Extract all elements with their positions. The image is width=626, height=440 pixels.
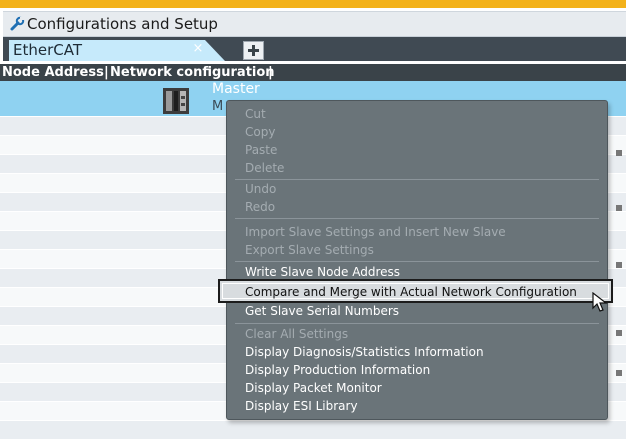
menu-item-display-production-info[interactable]: Display Production Information [245, 363, 430, 377]
menu-item-display-diagnosis[interactable]: Display Diagnosis/Statistics Information [245, 345, 484, 359]
table-header: Node Address | Network configuration | [0, 64, 626, 81]
top-accent-bar [0, 0, 626, 8]
menu-item-get-slave-serial-numbers[interactable]: Get Slave Serial Numbers [245, 304, 399, 318]
menu-item-export-slave-settings[interactable]: Export Slave Settings [245, 243, 374, 257]
menu-item-copy[interactable]: Copy [245, 125, 275, 139]
menu-item-cut[interactable]: Cut [245, 107, 266, 121]
new-tab-button[interactable] [243, 41, 264, 60]
context-menu: Cut Copy Paste Delete Undo Redo Import S… [226, 100, 608, 420]
menu-separator [235, 323, 599, 324]
menu-item-delete[interactable]: Delete [245, 161, 284, 175]
plus-icon [248, 45, 259, 56]
menu-item-redo[interactable]: Redo [245, 200, 275, 214]
menu-item-import-slave-settings[interactable]: Import Slave Settings and Insert New Sla… [245, 225, 506, 239]
menu-separator [235, 261, 599, 262]
menu-item-display-esi-library[interactable]: Display ESI Library [245, 399, 358, 413]
edge-marker [616, 262, 622, 268]
wrench-icon [10, 16, 25, 31]
column-separator: | [268, 65, 273, 80]
close-icon[interactable]: × [192, 41, 204, 56]
edge-marker [616, 330, 622, 336]
master-label: Master [212, 81, 260, 97]
edge-marker [616, 370, 622, 376]
edge-marker [616, 150, 622, 156]
device-icon [163, 88, 189, 114]
menu-separator [235, 179, 599, 180]
mouse-pointer-icon [592, 292, 608, 312]
menu-item-undo[interactable]: Undo [245, 182, 276, 196]
configurations-window: Configurations and Setup EtherCAT × Node… [0, 0, 626, 440]
tab-label: EtherCAT [13, 41, 82, 59]
menu-item-write-slave-node-address[interactable]: Write Slave Node Address [245, 265, 400, 279]
menu-item-display-packet-monitor[interactable]: Display Packet Monitor [245, 381, 382, 395]
column-network-configuration[interactable]: Network configuration [110, 65, 275, 80]
tab-ethercat[interactable]: EtherCAT × [9, 40, 229, 61]
tab-strip: EtherCAT × [3, 37, 626, 61]
master-sub-label: M [212, 99, 224, 114]
menu-item-paste[interactable]: Paste [245, 143, 277, 157]
menu-item-label: Compare and Merge with Actual Network Co… [245, 285, 577, 299]
menu-separator [235, 218, 599, 219]
title-bar: Configurations and Setup [3, 11, 626, 37]
window-title: Configurations and Setup [27, 15, 218, 33]
right-edge-markers [614, 0, 626, 432]
column-separator: | [104, 65, 109, 80]
column-node-address[interactable]: Node Address [2, 65, 104, 80]
edge-marker [616, 205, 622, 211]
grid-row [0, 421, 626, 440]
menu-item-compare-and-merge[interactable]: Compare and Merge with Actual Network Co… [218, 279, 613, 303]
menu-item-clear-all-settings[interactable]: Clear All Settings [245, 327, 348, 341]
